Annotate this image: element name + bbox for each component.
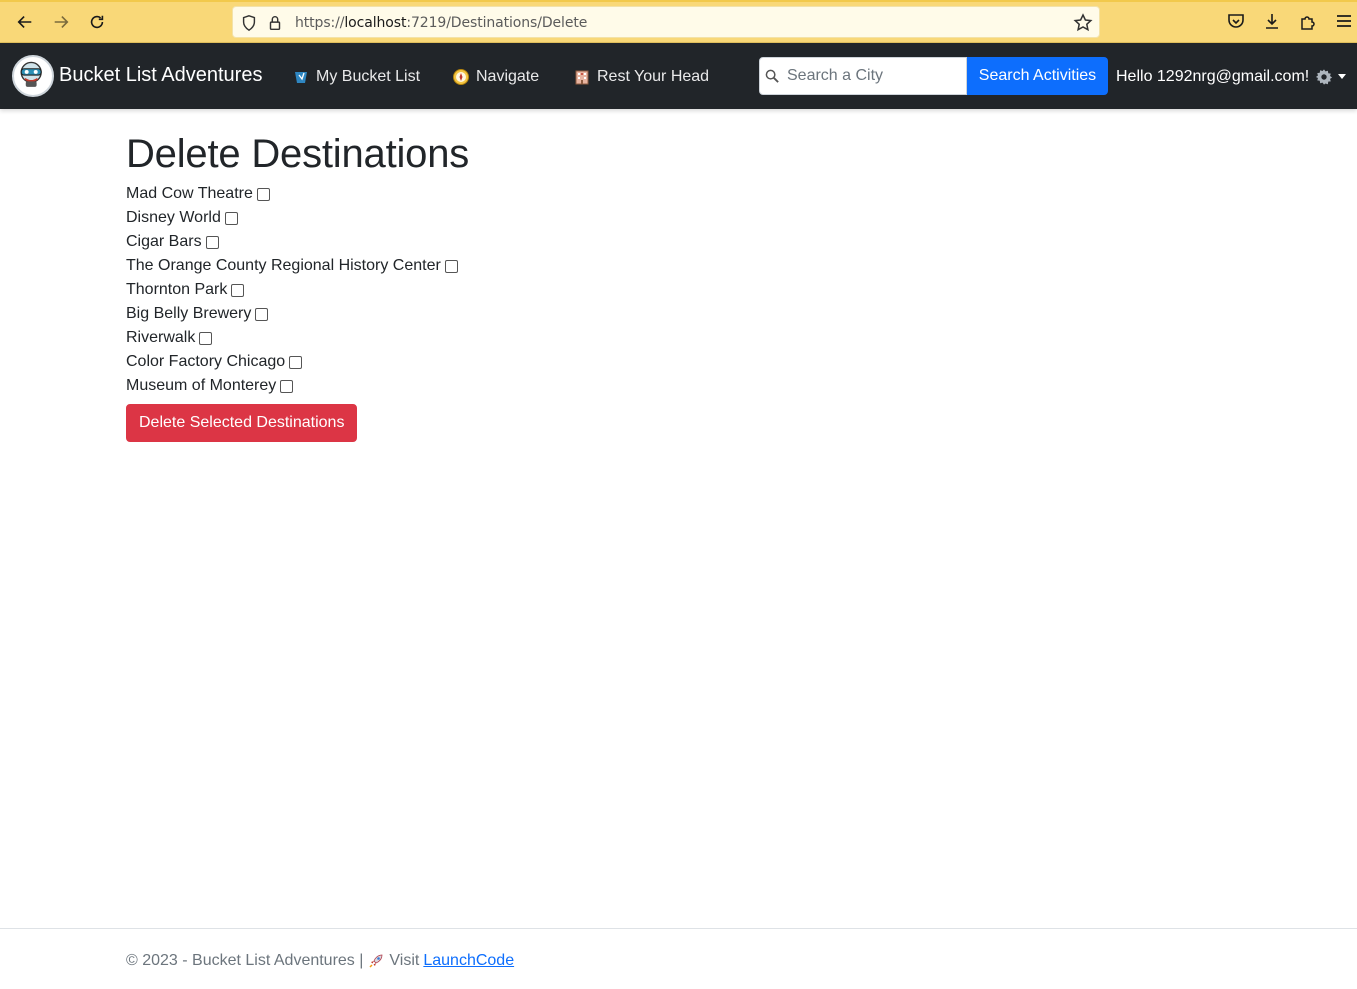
brand-logo[interactable] bbox=[12, 55, 54, 97]
tracking-shield-icon[interactable] bbox=[240, 14, 258, 32]
destination-label: The Orange County Regional History Cente… bbox=[126, 257, 441, 274]
nav-label: Rest Your Head bbox=[597, 68, 710, 85]
destination-label: Cigar Bars bbox=[126, 233, 202, 250]
bucket-list-icon bbox=[295, 72, 307, 83]
download-icon[interactable] bbox=[1262, 11, 1282, 31]
user-greeting: Hello 1292nrg@gmail.com! bbox=[1116, 68, 1310, 85]
url-text[interactable]: https://localhost:7219/Destinations/Dele… bbox=[295, 15, 587, 31]
city-search-box bbox=[759, 57, 967, 95]
destination-checkbox[interactable] bbox=[256, 187, 270, 201]
bookmark-star-icon[interactable] bbox=[1073, 13, 1093, 33]
rocket-icon bbox=[369, 954, 383, 968]
back-arrow-icon[interactable] bbox=[14, 11, 36, 33]
nav-my-bucket-list[interactable]: My Bucket List bbox=[292, 68, 420, 86]
page-title: Delete Destinations bbox=[126, 132, 470, 176]
destination-label: Color Factory Chicago bbox=[126, 353, 286, 370]
footer-text: © 2023 - Bucket List Adventures | Visit … bbox=[126, 952, 514, 970]
destination-checkbox[interactable] bbox=[224, 211, 238, 225]
nav-navigate[interactable]: Navigate bbox=[452, 68, 539, 86]
address-bar[interactable]: https://localhost:7219/Destinations/Dele… bbox=[232, 6, 1100, 38]
footer: © 2023 - Bucket List Adventures | Visit … bbox=[0, 928, 1357, 989]
search-city-input[interactable] bbox=[787, 58, 963, 94]
delete-destinations-form: Mad Cow Theatre Disney World Cigar Bars … bbox=[126, 182, 1126, 442]
copyright-text: © 2023 - Bucket List Adventures | bbox=[126, 952, 364, 969]
destination-item[interactable]: Mad Cow Theatre bbox=[126, 182, 1126, 206]
extensions-icon[interactable] bbox=[1298, 11, 1318, 31]
nav-rest-your-head[interactable]: Rest Your Head bbox=[573, 68, 709, 86]
browser-accent-line bbox=[0, 0, 1357, 2]
menu-icon[interactable] bbox=[1334, 11, 1354, 31]
brand-name[interactable]: Bucket List Adventures bbox=[59, 64, 262, 87]
destination-checkbox[interactable] bbox=[255, 307, 269, 321]
destination-checkbox[interactable] bbox=[280, 379, 294, 393]
browser-toolbar: https://localhost:7219/Destinations/Dele… bbox=[0, 0, 1357, 43]
destination-item[interactable]: Big Belly Brewery bbox=[126, 302, 1126, 326]
search-icon bbox=[765, 69, 779, 83]
destination-checkbox[interactable] bbox=[231, 283, 245, 297]
destination-label: Disney World bbox=[126, 209, 221, 226]
destination-item[interactable]: Riverwalk bbox=[126, 326, 1126, 350]
user-dropdown-caret-icon[interactable] bbox=[1338, 74, 1346, 79]
destination-item[interactable]: The Orange County Regional History Cente… bbox=[126, 254, 1126, 278]
app-navbar: Bucket List Adventures My Bucket List Na… bbox=[0, 43, 1357, 109]
gear-icon[interactable] bbox=[1315, 68, 1333, 86]
destination-item[interactable]: Cigar Bars bbox=[126, 230, 1126, 254]
destination-label: Mad Cow Theatre bbox=[126, 185, 253, 202]
hotel-icon bbox=[575, 70, 589, 85]
destination-item[interactable]: Color Factory Chicago bbox=[126, 350, 1126, 374]
forward-arrow-icon[interactable] bbox=[50, 11, 72, 33]
destination-label: Riverwalk bbox=[126, 329, 196, 346]
destination-checkbox[interactable] bbox=[199, 331, 213, 345]
destination-item[interactable]: Disney World bbox=[126, 206, 1126, 230]
delete-selected-button[interactable]: Delete Selected Destinations bbox=[126, 404, 358, 442]
visit-text: Visit bbox=[389, 952, 420, 969]
destination-item[interactable]: Museum of Monterey bbox=[126, 374, 1126, 398]
destination-item[interactable]: Thornton Park bbox=[126, 278, 1126, 302]
compass-icon bbox=[453, 69, 469, 85]
destination-label: Thornton Park bbox=[126, 281, 228, 298]
launchcode-link[interactable]: LaunchCode bbox=[423, 952, 514, 970]
destination-list: Mad Cow Theatre Disney World Cigar Bars … bbox=[126, 182, 1126, 398]
destination-checkbox[interactable] bbox=[205, 235, 219, 249]
reload-icon[interactable] bbox=[86, 11, 108, 33]
main-content: Delete Destinations Mad Cow Theatre Disn… bbox=[126, 128, 1126, 442]
destination-label: Big Belly Brewery bbox=[126, 305, 252, 322]
lock-icon[interactable] bbox=[266, 14, 284, 32]
destination-label: Museum of Monterey bbox=[126, 377, 277, 394]
nav-label: My Bucket List bbox=[316, 68, 421, 85]
pocket-icon[interactable] bbox=[1226, 11, 1246, 31]
search-activities-button[interactable]: Search Activities bbox=[967, 57, 1108, 95]
nav-label: Navigate bbox=[476, 68, 540, 85]
destination-checkbox[interactable] bbox=[444, 259, 458, 273]
destination-checkbox[interactable] bbox=[289, 355, 303, 369]
